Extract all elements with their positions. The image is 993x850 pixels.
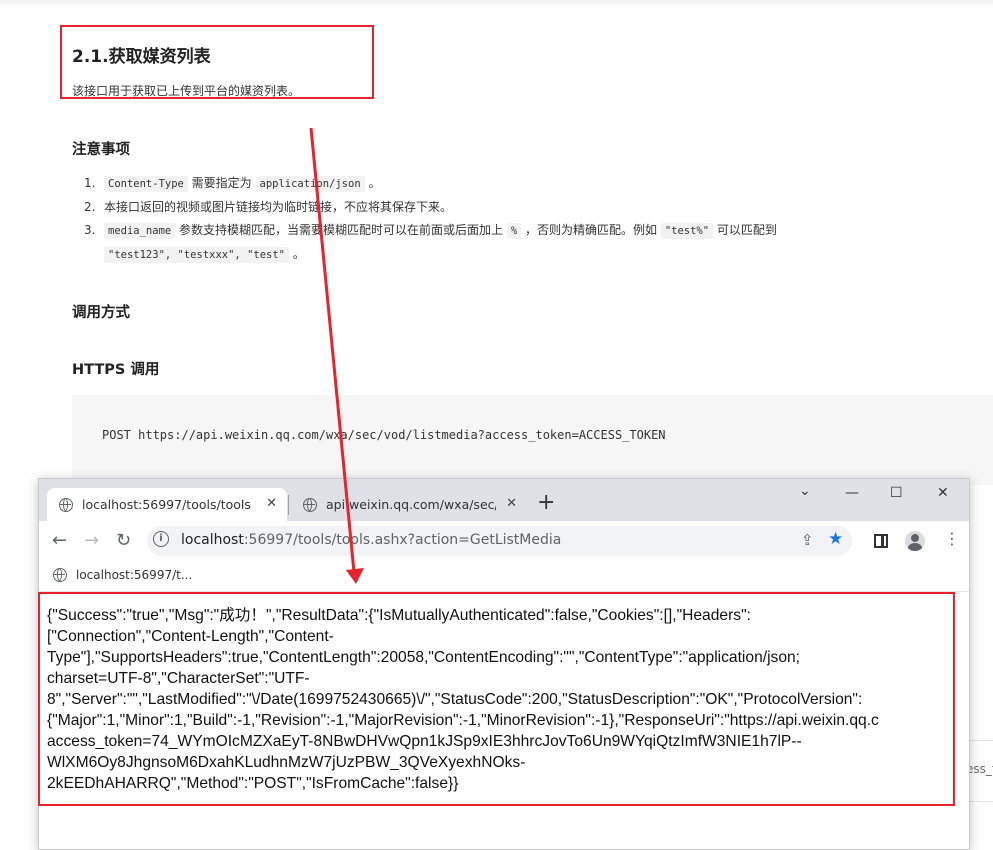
site-info-icon[interactable]: i bbox=[153, 531, 169, 547]
list-item: 1. Content-Type 需要指定为 application/json 。 bbox=[84, 176, 381, 192]
side-panel-icon[interactable] bbox=[874, 534, 888, 548]
bookmark-star-icon[interactable]: ★ bbox=[828, 529, 843, 549]
forward-button[interactable]: → bbox=[84, 530, 99, 551]
globe-icon bbox=[53, 568, 67, 582]
toolbar: ← → ↻ i localhost:56997/tools/tools.ashx… bbox=[39, 521, 969, 561]
annotation-box-title bbox=[60, 25, 374, 99]
chevron-down-icon[interactable]: ⌄ bbox=[799, 483, 811, 499]
inline-code: media_name bbox=[104, 223, 176, 239]
notes-list: 1. Content-Type 需要指定为 application/json 。… bbox=[84, 172, 964, 267]
inline-code: % bbox=[506, 223, 522, 239]
globe-icon bbox=[59, 497, 73, 512]
code-block: POST https://api.weixin.qq.com/wxa/sec/v… bbox=[72, 395, 993, 485]
profile-avatar[interactable] bbox=[905, 531, 925, 551]
inline-code: "test%" bbox=[660, 223, 714, 239]
back-button[interactable]: ← bbox=[52, 530, 67, 551]
tab-strip: localhost:56997/tools/tools.as ✕ api.wei… bbox=[39, 479, 969, 521]
bookmark-item[interactable]: localhost:56997/t... bbox=[53, 568, 192, 582]
bookmark-label: localhost:56997/t... bbox=[76, 568, 193, 582]
close-icon[interactable]: ✕ bbox=[506, 496, 517, 511]
maximize-button[interactable]: ☐ bbox=[890, 485, 903, 501]
inline-code: "test123", "testxxx", "test" bbox=[104, 247, 290, 263]
share-icon[interactable]: ⇪ bbox=[801, 531, 814, 549]
url-text[interactable]: localhost:56997/tools/tools.ashx?action=… bbox=[181, 532, 561, 548]
close-icon[interactable]: ✕ bbox=[266, 496, 277, 511]
https-call-heading: HTTPS 调用 bbox=[72, 362, 160, 378]
request-line: POST https://api.weixin.qq.com/wxa/sec/v… bbox=[102, 428, 666, 442]
inline-code: Content-Type bbox=[104, 176, 188, 192]
bookmarks-bar: localhost:56997/t... bbox=[39, 561, 969, 592]
new-tab-button[interactable]: + bbox=[537, 490, 555, 515]
menu-icon[interactable]: ⋮ bbox=[944, 529, 960, 548]
list-item: 2. 本接口返回的视频或图片链接均为临时链接，不应将其保存下来。 bbox=[84, 200, 453, 214]
tab-label: api.weixin.qq.com/wxa/sec/vc bbox=[326, 497, 496, 512]
minimize-button[interactable]: — bbox=[845, 485, 859, 501]
list-item: 3. media_name 参数支持模糊匹配，当需要模糊匹配时可以在前面或后面加… bbox=[84, 223, 777, 263]
right-panel-peek: ess_t bbox=[968, 740, 993, 802]
reload-button[interactable]: ↻ bbox=[116, 530, 131, 551]
notes-heading: 注意事项 bbox=[72, 142, 130, 158]
annotation-box-response bbox=[38, 592, 955, 806]
tab-separator bbox=[288, 495, 289, 515]
address-bar[interactable]: i localhost:56997/tools/tools.ashx?actio… bbox=[147, 526, 852, 556]
tab-weixin-api[interactable]: api.weixin.qq.com/wxa/sec/vc ✕ bbox=[291, 488, 527, 521]
globe-icon bbox=[303, 497, 317, 512]
call-method-heading: 调用方式 bbox=[72, 305, 130, 321]
inline-code: application/json bbox=[255, 176, 365, 192]
window-close-button[interactable]: ✕ bbox=[937, 485, 949, 501]
tab-label: localhost:56997/tools/tools.as bbox=[82, 497, 252, 512]
tab-localhost[interactable]: localhost:56997/tools/tools.as ✕ bbox=[47, 488, 287, 521]
